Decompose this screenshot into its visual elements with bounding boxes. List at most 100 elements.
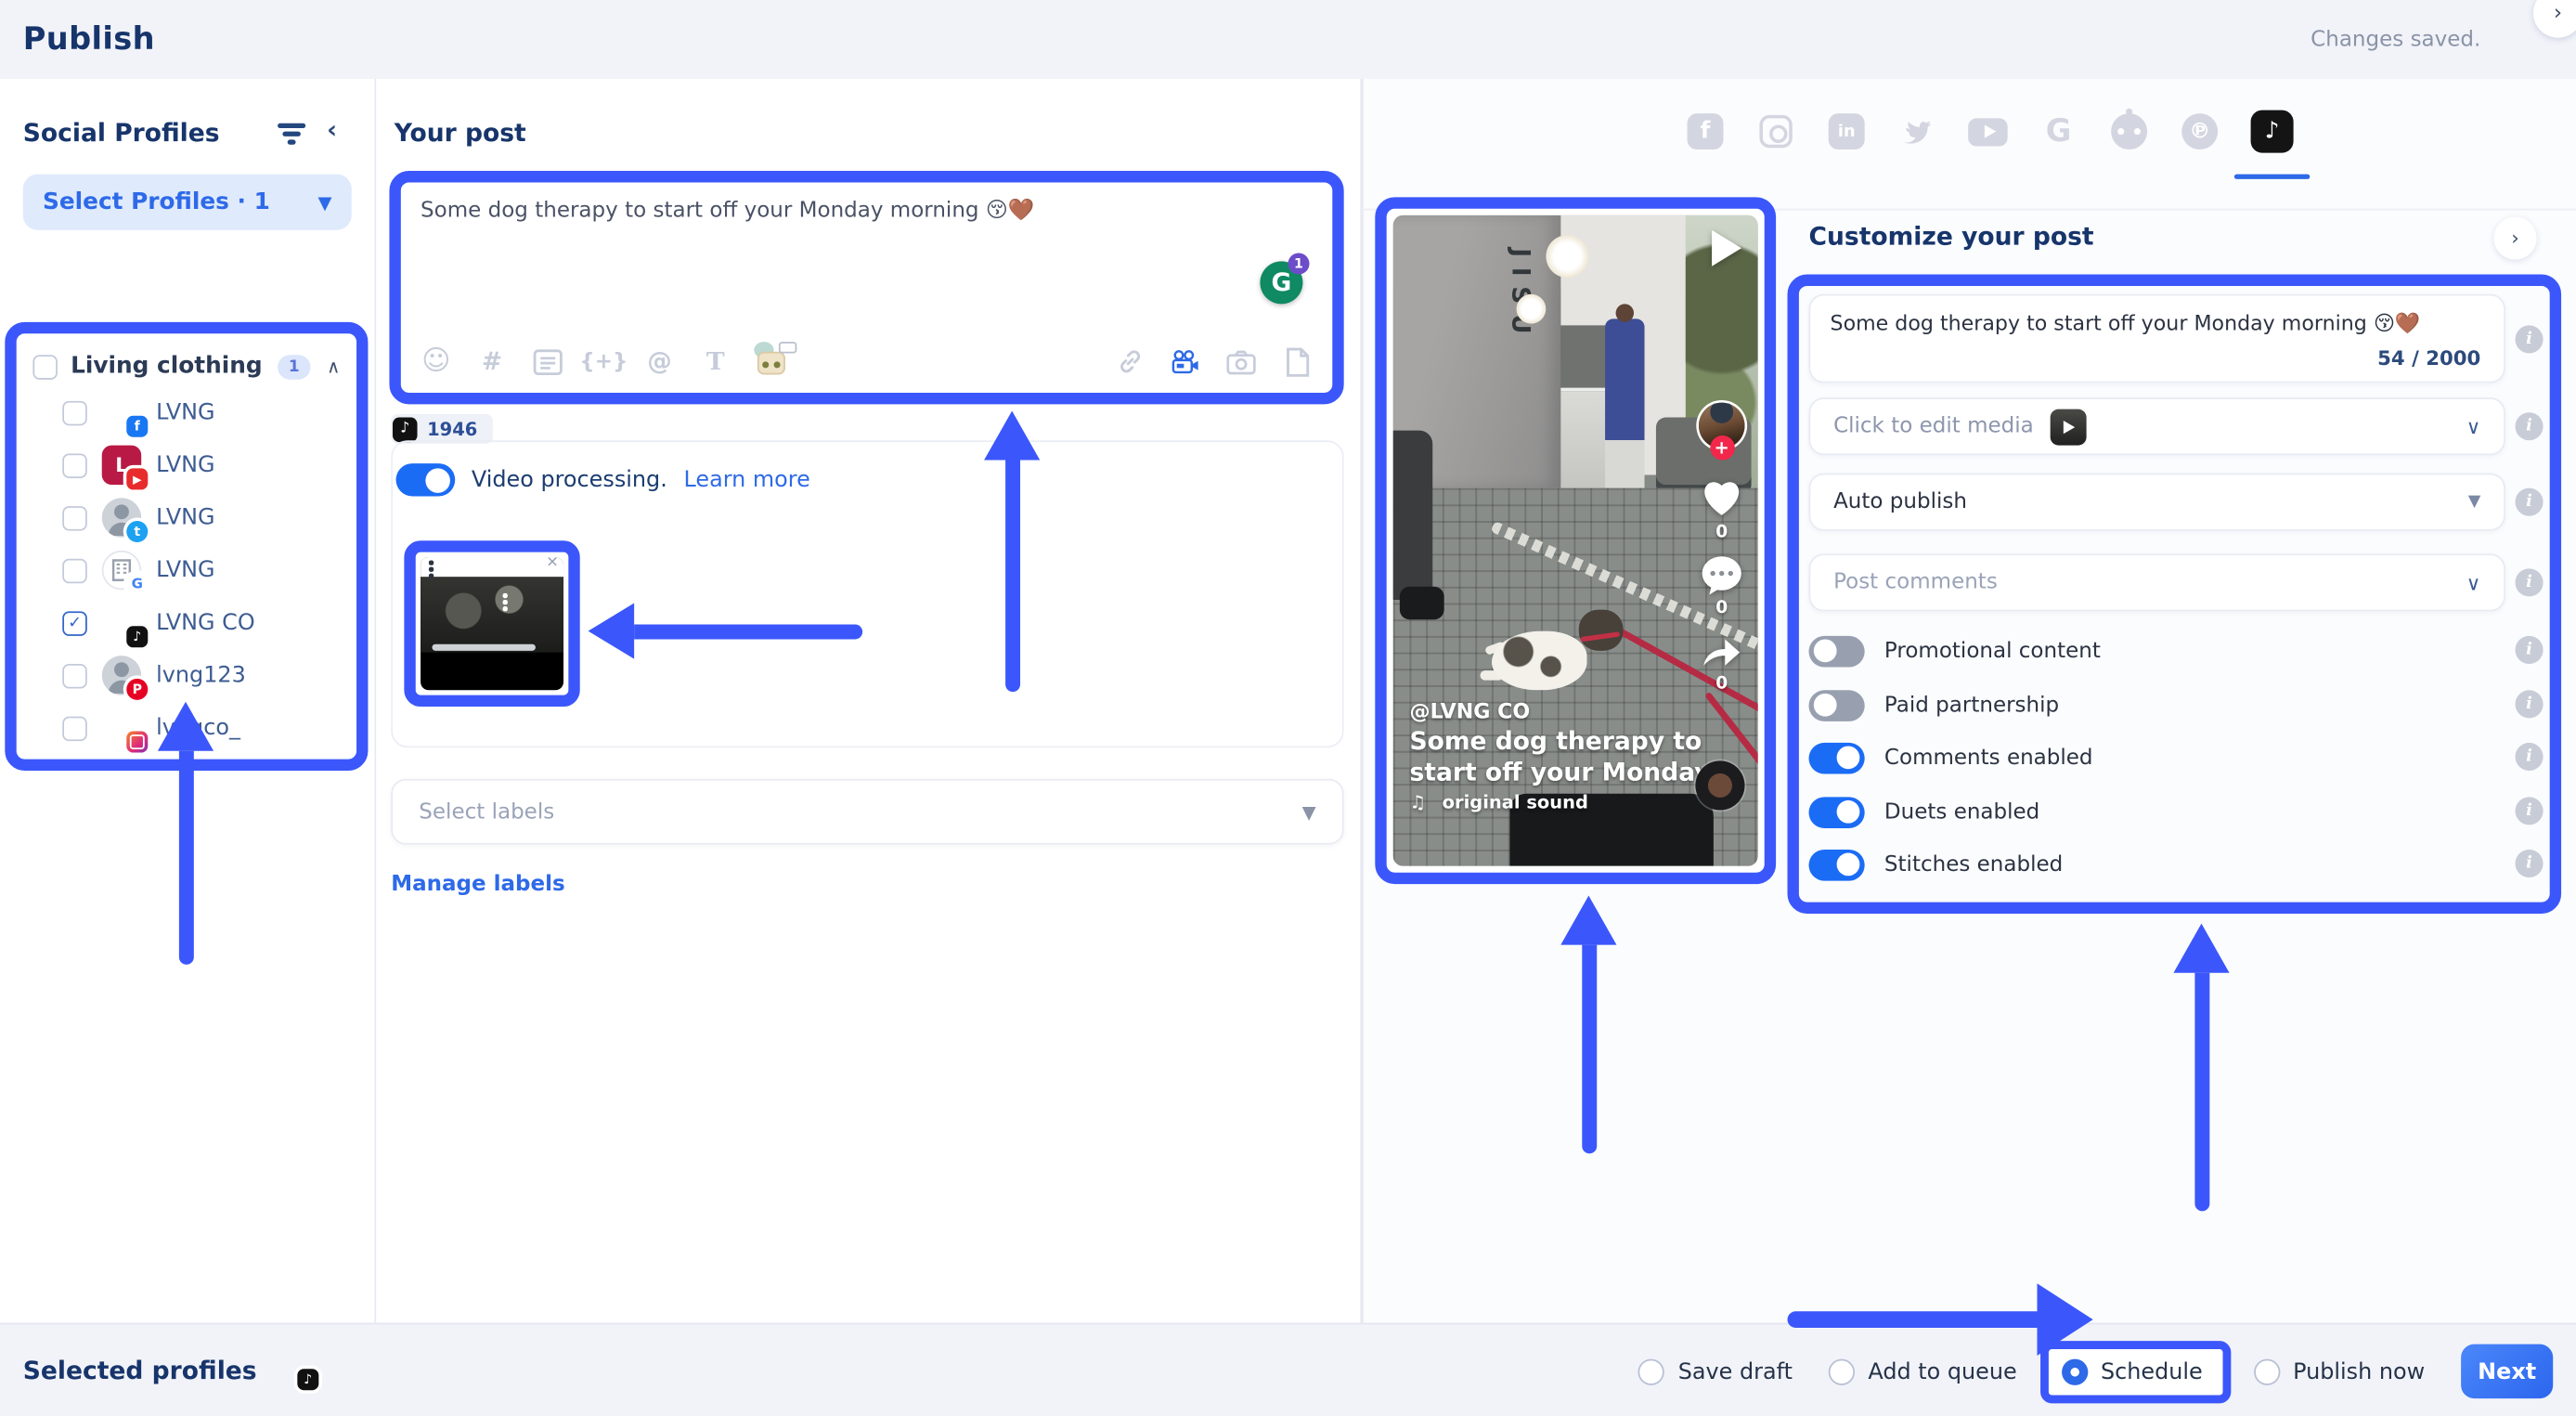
radio-icon[interactable] bbox=[1829, 1358, 1855, 1384]
select-labels-dropdown[interactable]: Select labels ▼ bbox=[391, 779, 1343, 845]
customize-caption-field[interactable]: Some dog therapy to start off your Monda… bbox=[1809, 294, 2505, 383]
promotional-content-toggle[interactable] bbox=[1809, 635, 1865, 667]
video-processing-row: Video processing. Learn more bbox=[396, 463, 810, 496]
customize-title: Customize your post bbox=[1809, 222, 2094, 252]
share-icon bbox=[1699, 631, 1745, 670]
collapse-customize-icon[interactable]: › bbox=[2494, 217, 2537, 260]
info-icon[interactable]: i bbox=[2516, 325, 2544, 353]
learn-more-link[interactable]: Learn more bbox=[684, 467, 810, 493]
add-to-queue-option[interactable]: Add to queue bbox=[1829, 1358, 2017, 1384]
info-icon[interactable]: i bbox=[2516, 743, 2544, 771]
avatar: P bbox=[102, 656, 141, 695]
char-count-value: 1946 bbox=[427, 418, 477, 439]
platform-tabs: f in G ℗ ♪ bbox=[1686, 109, 2294, 155]
remove-media-icon[interactable]: ✕ bbox=[546, 557, 558, 572]
post-editor-column: Your post Some dog therapy to start off … bbox=[376, 79, 1362, 1323]
hashtag-icon[interactable]: # bbox=[476, 346, 508, 378]
save-draft-option[interactable]: Save draft bbox=[1638, 1358, 1793, 1384]
radio-icon[interactable] bbox=[2254, 1358, 2280, 1384]
tiktok-preview-annotation-box: JISU + 0 bbox=[1375, 197, 1776, 884]
duets-enabled-toggle[interactable] bbox=[1809, 796, 1865, 827]
video-icon[interactable] bbox=[1170, 346, 1201, 378]
dog bbox=[1492, 631, 1586, 690]
chevron-down-icon: ∨ bbox=[2466, 571, 2481, 594]
profile-checkbox[interactable]: ✓ bbox=[62, 663, 87, 688]
close-button[interactable]: › bbox=[2533, 0, 2576, 38]
video-processing-toggle[interactable] bbox=[396, 463, 456, 496]
collapse-sidebar-icon[interactable]: ‹ bbox=[327, 115, 337, 145]
paid-partnership-toggle[interactable] bbox=[1809, 689, 1865, 721]
profile-row-pinterest[interactable]: ✓ P lvng123 bbox=[26, 649, 350, 702]
info-icon[interactable]: i bbox=[2516, 850, 2544, 877]
auto-publish-select[interactable]: Auto publish ▼ bbox=[1809, 474, 2505, 531]
profile-row-tiktok[interactable]: ✓ ♪ LVNG CO bbox=[26, 596, 350, 649]
tab-instagram[interactable] bbox=[1756, 111, 1795, 150]
caret-down-icon: ▼ bbox=[2468, 493, 2481, 511]
comment-icon bbox=[1701, 555, 1743, 594]
text-format-icon[interactable]: T bbox=[700, 346, 731, 378]
link-icon[interactable] bbox=[1114, 346, 1146, 378]
profile-checkbox[interactable]: ✓ bbox=[62, 400, 87, 425]
camera-icon[interactable] bbox=[1225, 346, 1257, 378]
radio-icon[interactable] bbox=[2061, 1358, 2087, 1384]
char-counter: 54 / 2000 bbox=[2377, 346, 2480, 370]
profile-row-facebook[interactable]: ✓ f LVNG bbox=[26, 386, 350, 439]
schedule-option[interactable]: Schedule bbox=[2061, 1358, 2202, 1384]
tab-pinterest[interactable]: ℗ bbox=[2180, 111, 2219, 150]
profile-checkbox[interactable]: ✓ bbox=[62, 610, 87, 635]
ai-assistant-icon[interactable] bbox=[756, 346, 792, 378]
profiles-annotation-box: ✓ Living clothing 1 ∧ ✓ f LVNG ✓ L▶ LVNG… bbox=[5, 322, 368, 771]
document-icon[interactable] bbox=[1281, 346, 1313, 378]
selected-profile-avatar[interactable]: ♪ bbox=[273, 1345, 312, 1384]
tab-facebook[interactable]: f bbox=[1686, 111, 1725, 150]
profile-row-youtube[interactable]: ✓ L▶ LVNG bbox=[26, 439, 350, 492]
info-icon[interactable]: i bbox=[2516, 412, 2544, 440]
next-button[interactable]: Next bbox=[2461, 1345, 2553, 1398]
info-icon[interactable]: i bbox=[2516, 690, 2544, 718]
chevron-up-icon[interactable]: ∧ bbox=[327, 356, 340, 377]
grammarly-icon[interactable]: G 1 bbox=[1260, 261, 1302, 304]
profile-checkbox[interactable]: ✓ bbox=[62, 716, 87, 741]
edit-media-field[interactable]: Click to edit media ∨ bbox=[1809, 397, 2505, 455]
play-icon bbox=[1712, 230, 1741, 266]
tab-google[interactable]: G bbox=[2039, 111, 2078, 150]
publish-now-option[interactable]: Publish now bbox=[2254, 1358, 2426, 1384]
saved-captions-icon[interactable] bbox=[532, 346, 563, 378]
profile-row-twitter[interactable]: ✓ t LVNG bbox=[26, 491, 350, 544]
preview-caption-line1: Some dog therapy to bbox=[1409, 726, 1702, 756]
tab-linkedin[interactable]: in bbox=[1827, 111, 1866, 150]
profile-checkbox[interactable]: ✓ bbox=[62, 453, 87, 478]
avatar: G bbox=[102, 551, 141, 590]
info-icon[interactable]: i bbox=[2516, 568, 2544, 596]
drag-handle-icon[interactable] bbox=[429, 560, 434, 579]
info-icon[interactable]: i bbox=[2516, 636, 2544, 664]
post-caption-input[interactable]: Some dog therapy to start off your Monda… bbox=[421, 197, 1234, 227]
toggle-label: Paid partnership bbox=[1884, 693, 2059, 718]
profile-group-row[interactable]: ✓ Living clothing 1 ∧ bbox=[26, 346, 350, 385]
tiktok-icon: ♪ bbox=[393, 417, 418, 442]
profile-name: LVNG CO bbox=[156, 610, 255, 636]
tab-youtube[interactable] bbox=[1968, 111, 2007, 150]
mention-icon[interactable]: @ bbox=[644, 346, 676, 378]
group-checkbox[interactable]: ✓ bbox=[32, 354, 58, 379]
video-thumbnail[interactable]: ✕ bbox=[421, 557, 563, 690]
manage-labels-link[interactable]: Manage labels bbox=[391, 873, 564, 898]
emoji-picker-icon[interactable]: ☺ bbox=[421, 346, 452, 378]
tab-twitter[interactable] bbox=[1897, 111, 1936, 150]
variables-icon[interactable]: {+} bbox=[589, 346, 620, 378]
select-profiles-dropdown[interactable]: Select Profiles · 1 ▼ bbox=[23, 175, 352, 230]
profile-row-instagram[interactable]: ✓ lvngco_ bbox=[26, 702, 350, 755]
info-icon[interactable]: i bbox=[2516, 797, 2544, 825]
profile-checkbox[interactable]: ✓ bbox=[62, 505, 87, 530]
profile-name: lvngco_ bbox=[156, 715, 240, 741]
filter-icon[interactable] bbox=[278, 123, 305, 145]
comments-enabled-toggle[interactable] bbox=[1809, 742, 1865, 773]
post-comments-select[interactable]: Post comments ∨ bbox=[1809, 553, 2505, 611]
radio-icon[interactable] bbox=[1638, 1358, 1664, 1384]
info-icon[interactable]: i bbox=[2516, 488, 2544, 516]
tab-tiktok-active[interactable]: ♪ bbox=[2251, 110, 2294, 153]
stitches-enabled-toggle[interactable] bbox=[1809, 849, 1865, 880]
profile-checkbox[interactable]: ✓ bbox=[62, 558, 87, 583]
profile-row-google[interactable]: ✓ G LVNG bbox=[26, 544, 350, 597]
tab-reddit[interactable] bbox=[2109, 111, 2148, 150]
